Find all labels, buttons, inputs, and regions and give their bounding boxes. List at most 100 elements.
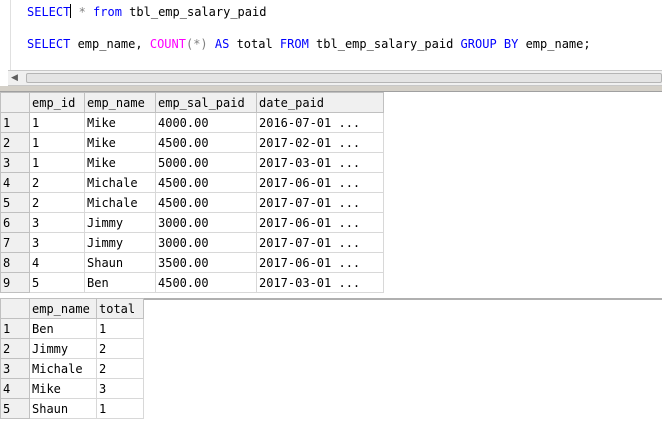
cell-emp-name[interactable]: Ben (29, 318, 97, 339)
column-header-emp-id[interactable]: emp_id (29, 92, 85, 113)
cell-emp-name[interactable]: Ben (84, 272, 156, 293)
cell-date-paid[interactable]: 2017-07-01 ... (256, 192, 384, 213)
table-row[interactable]: 3 1 Mike 5000.00 2017-03-01 ... (0, 152, 384, 173)
cell-emp-name[interactable]: Shaun (29, 398, 97, 419)
query-editor[interactable]: SELECT * from tbl_emp_salary_paid SELECT… (0, 0, 662, 70)
table-row[interactable]: 2 1 Mike 4500.00 2017-02-01 ... (0, 132, 384, 153)
cell-emp-sal-paid[interactable]: 4500.00 (155, 132, 257, 153)
cell-emp-id[interactable]: 3 (29, 212, 85, 233)
row-number[interactable]: 7 (0, 232, 30, 253)
cell-emp-sal-paid[interactable]: 4500.00 (155, 272, 257, 293)
column-header-date-paid[interactable]: date_paid (256, 92, 384, 113)
table-row[interactable]: 4 2 Michale 4500.00 2017-06-01 ... (0, 172, 384, 193)
cell-emp-sal-paid[interactable]: 4000.00 (155, 112, 257, 133)
cell-total[interactable]: 1 (96, 398, 144, 419)
row-number[interactable]: 1 (0, 112, 30, 133)
row-number[interactable]: 8 (0, 252, 30, 273)
cell-emp-name[interactable]: Jimmy (84, 212, 156, 233)
row-number[interactable]: 9 (0, 272, 30, 293)
code-token-keyword: FROM (279, 37, 309, 51)
table-row[interactable]: 5 2 Michale 4500.00 2017-07-01 ... (0, 192, 384, 213)
scrollbar-thumb[interactable] (26, 73, 662, 83)
cell-emp-id[interactable]: 2 (29, 192, 85, 213)
cell-emp-name[interactable]: Mike (84, 132, 156, 153)
cell-emp-name[interactable]: Mike (29, 378, 97, 399)
cell-emp-name[interactable]: Michale (84, 172, 156, 193)
cell-emp-id[interactable]: 2 (29, 172, 85, 193)
row-number-header[interactable] (0, 92, 30, 113)
cell-emp-sal-paid[interactable]: 3000.00 (155, 232, 257, 253)
row-number[interactable]: 6 (0, 212, 30, 233)
results-grid-2[interactable]: emp_name total 1 Ben 1 2 Jimmy 2 3 Michale 2 4 Mike… (0, 298, 144, 419)
cell-emp-sal-paid[interactable]: 3000.00 (155, 212, 257, 233)
editor-horizontal-scrollbar[interactable]: ◀ (8, 70, 662, 86)
row-number[interactable]: 2 (0, 338, 30, 359)
cell-total[interactable]: 1 (96, 318, 144, 339)
cell-total[interactable]: 2 (96, 358, 144, 379)
cell-emp-id[interactable]: 1 (29, 152, 85, 173)
cell-date-paid[interactable]: 2017-02-01 ... (256, 132, 384, 153)
cell-emp-id[interactable]: 1 (29, 112, 85, 133)
table-row[interactable]: 3 Michale 2 (0, 358, 144, 379)
table-row[interactable]: 5 Shaun 1 (0, 398, 144, 419)
table-row[interactable]: 6 3 Jimmy 3000.00 2017-06-01 ... (0, 212, 384, 233)
table-row[interactable]: 7 3 Jimmy 3000.00 2017-07-01 ... (0, 232, 384, 253)
cell-date-paid[interactable]: 2017-06-01 ... (256, 252, 384, 273)
table-row[interactable]: 4 Mike 3 (0, 378, 144, 399)
code-token-plain: tbl_emp_salary_paid (308, 37, 461, 51)
cell-date-paid[interactable]: 2016-07-01 ... (256, 112, 384, 133)
cell-emp-sal-paid[interactable]: 5000.00 (155, 152, 257, 173)
code-token-keyword: GROUP BY (460, 37, 519, 51)
cell-emp-sal-paid[interactable]: 4500.00 (155, 192, 257, 213)
arrow-left-icon[interactable]: ◀ (11, 73, 18, 83)
cell-total[interactable]: 2 (96, 338, 144, 359)
table-row[interactable]: 9 5 Ben 4500.00 2017-03-01 ... (0, 272, 384, 293)
table-row[interactable]: 8 4 Shaun 3500.00 2017-06-01 ... (0, 252, 384, 273)
results-grid-1[interactable]: emp_id emp_name emp_sal_paid date_paid 1 1 Mi… (0, 92, 384, 293)
cell-date-paid[interactable]: 2017-03-01 ... (256, 272, 384, 293)
cell-date-paid[interactable]: 2017-03-01 ... (256, 152, 384, 173)
cell-emp-sal-paid[interactable]: 4500.00 (155, 172, 257, 193)
row-number[interactable]: 2 (0, 132, 30, 153)
cell-date-paid[interactable]: 2017-06-01 ... (256, 172, 384, 193)
cell-date-paid[interactable]: 2017-07-01 ... (256, 232, 384, 253)
cell-emp-id[interactable]: 4 (29, 252, 85, 273)
cell-emp-name[interactable]: Mike (84, 112, 156, 133)
code-token-plain: emp_name, (70, 37, 150, 51)
row-number[interactable]: 3 (0, 358, 30, 379)
cell-emp-name[interactable]: Jimmy (29, 338, 97, 359)
cell-emp-name[interactable]: Shaun (84, 252, 156, 273)
code-token-plain: tbl_emp_salary_paid (121, 5, 267, 19)
code-token-plain: emp_name; (518, 37, 591, 51)
code-token-function: COUNT (149, 37, 186, 51)
row-number[interactable]: 4 (0, 172, 30, 193)
cell-emp-id[interactable]: 5 (29, 272, 85, 293)
column-header-emp-sal-paid[interactable]: emp_sal_paid (155, 92, 257, 113)
row-number[interactable]: 4 (0, 378, 30, 399)
cell-emp-id[interactable]: 3 (29, 232, 85, 253)
code-line-2[interactable]: SELECT emp_name, COUNT(*) AS total FROM … (27, 36, 591, 52)
column-header-total[interactable]: total (96, 298, 144, 319)
table-row[interactable]: 1 Ben 1 (0, 318, 144, 339)
code-token-keyword: AS (214, 37, 230, 51)
column-header-emp-name[interactable]: emp_name (84, 92, 156, 113)
cell-total[interactable]: 3 (96, 378, 144, 399)
row-number[interactable]: 5 (0, 192, 30, 213)
row-number-header[interactable] (0, 298, 30, 319)
cell-emp-name[interactable]: Mike (84, 152, 156, 173)
row-number[interactable]: 1 (0, 318, 30, 339)
cell-emp-sal-paid[interactable]: 3500.00 (155, 252, 257, 273)
cell-emp-name[interactable]: Michale (84, 192, 156, 213)
cell-date-paid[interactable]: 2017-06-01 ... (256, 212, 384, 233)
row-number[interactable]: 5 (0, 398, 30, 419)
code-line-1[interactable]: SELECT * from tbl_emp_salary_paid (27, 4, 266, 20)
code-token-plain: total (229, 37, 280, 51)
table-row[interactable]: 2 Jimmy 2 (0, 338, 144, 359)
table-row[interactable]: 1 1 Mike 4000.00 2016-07-01 ... (0, 112, 384, 133)
cell-emp-name[interactable]: Michale (29, 358, 97, 379)
cell-emp-name[interactable]: Jimmy (84, 232, 156, 253)
row-number[interactable]: 3 (0, 152, 30, 173)
cell-emp-id[interactable]: 1 (29, 132, 85, 153)
column-header-emp-name[interactable]: emp_name (29, 298, 97, 319)
code-token-keyword: from (93, 5, 122, 19)
